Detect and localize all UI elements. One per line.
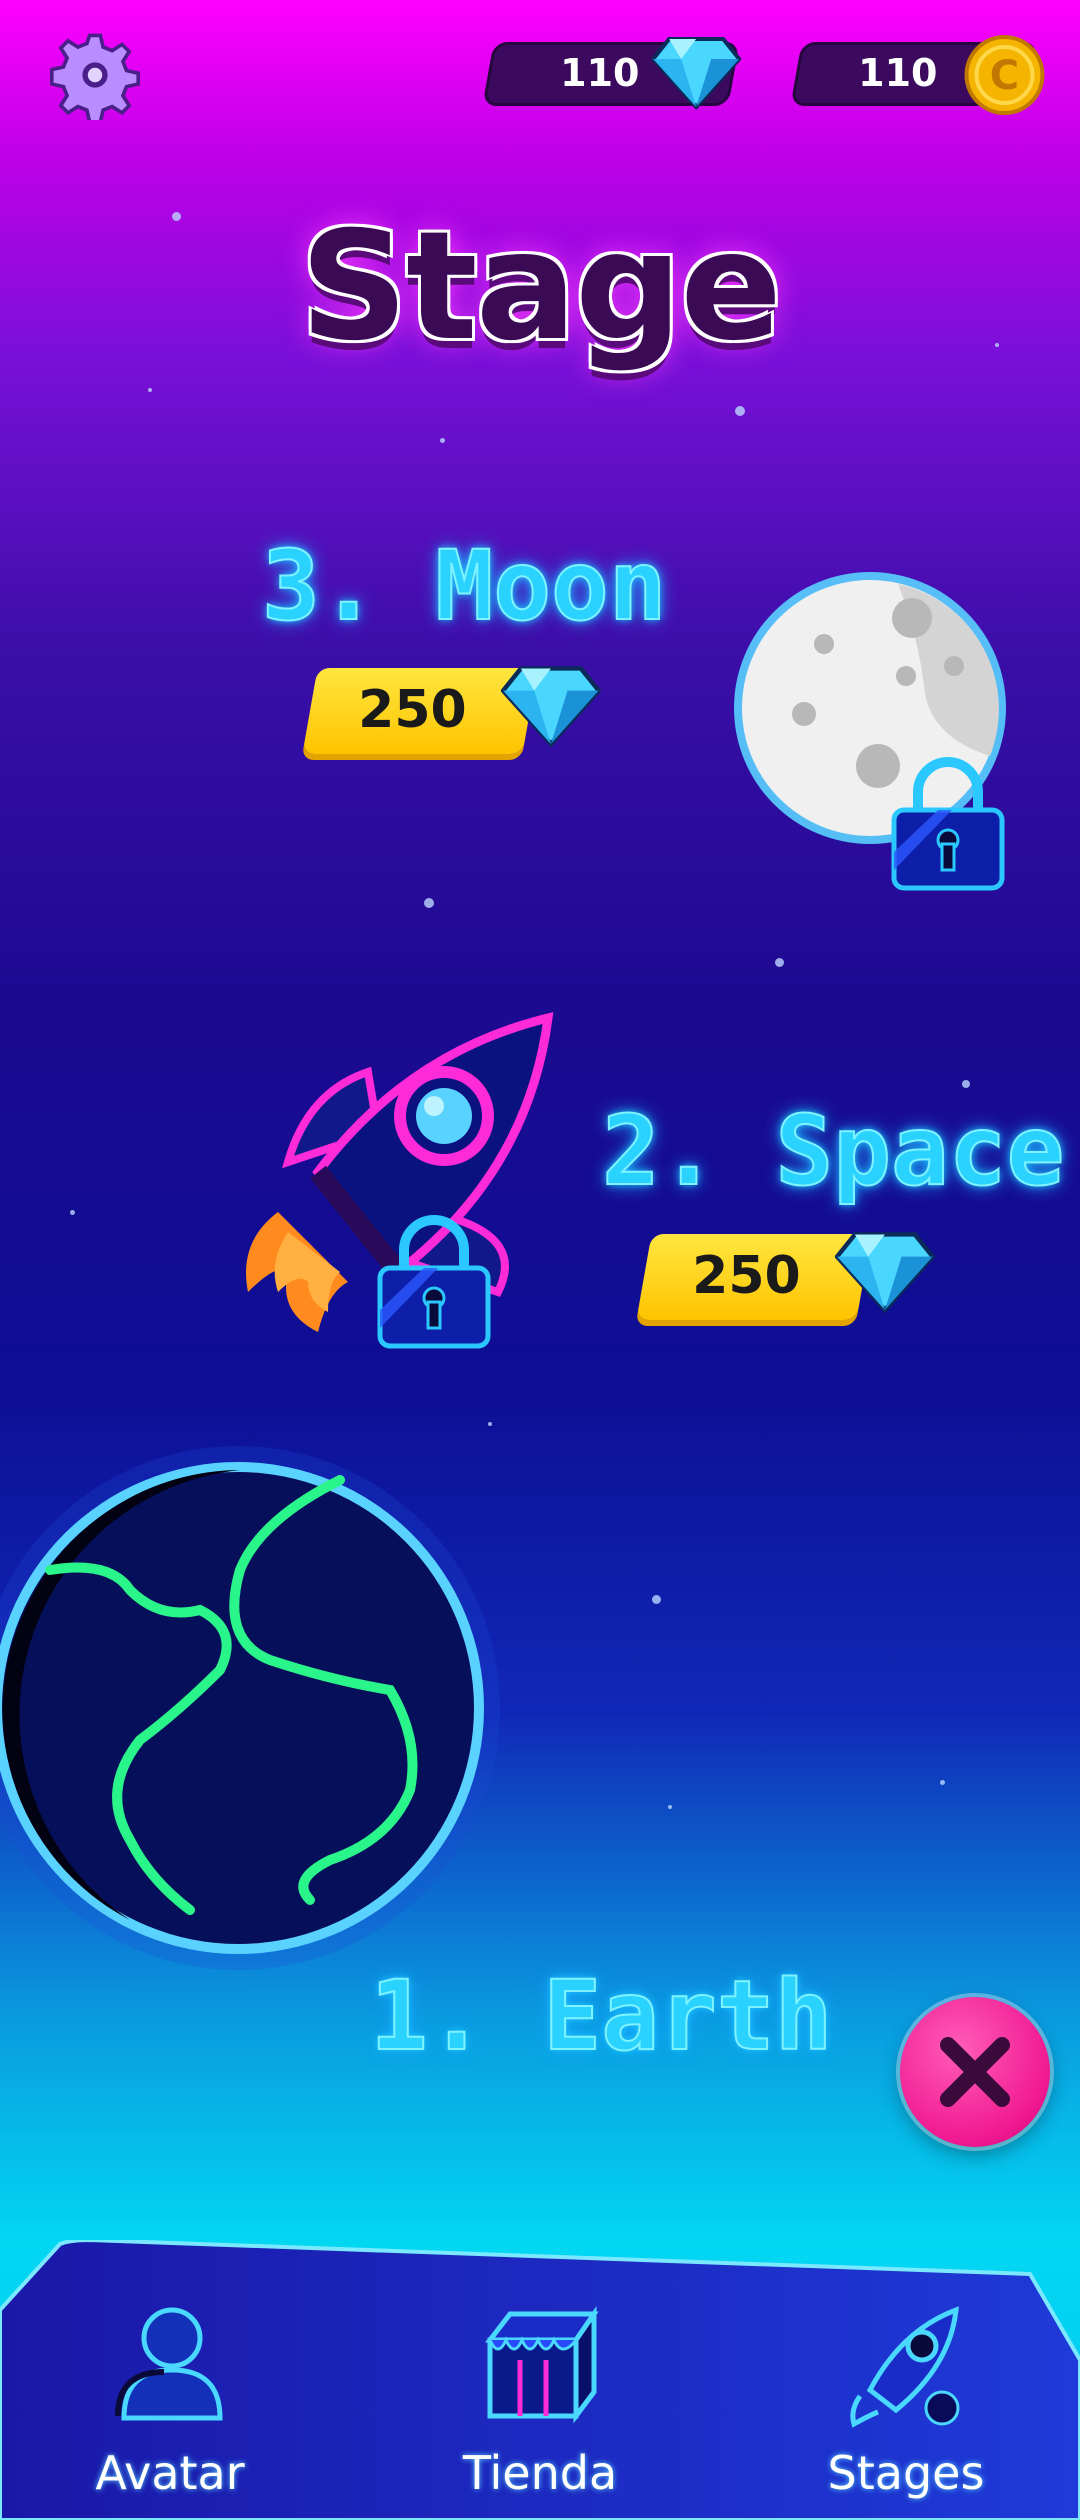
- gem-icon: [500, 656, 602, 756]
- coins-counter: 110 C: [790, 35, 1045, 115]
- stage-moon-price: 250: [358, 680, 467, 740]
- nav-label-tienda: Tienda: [462, 2446, 618, 2500]
- stage-space-title: 2. Space: [601, 1094, 1065, 1208]
- lock-icon: [888, 752, 1008, 896]
- user-icon: [115, 2307, 223, 2421]
- page-title: Stage: [299, 200, 782, 374]
- coin-letter: C: [990, 53, 1019, 99]
- bottom-nav: Avatar Tienda Stages: [0, 2240, 1080, 2520]
- nav-item-tienda[interactable]: Tienda: [410, 2300, 670, 2500]
- close-button[interactable]: [900, 1997, 1050, 2147]
- nav-item-stages[interactable]: Stages: [776, 2300, 1036, 2500]
- close-icon: [940, 2037, 1010, 2107]
- nav-label-stages: Stages: [827, 2446, 985, 2500]
- gems-counter: 110: [482, 37, 742, 110]
- gem-icon: [834, 1222, 936, 1322]
- lock-icon: [374, 1210, 494, 1354]
- stage-space-price: 250: [692, 1246, 801, 1306]
- earth-icon: [0, 1446, 500, 1970]
- nav-item-avatar[interactable]: Avatar: [40, 2300, 300, 2500]
- stage-earth-planet[interactable]: [0, 1440, 510, 1984]
- gems-count: 110: [559, 51, 640, 95]
- settings-button[interactable]: [50, 30, 140, 124]
- nav-label-avatar: Avatar: [95, 2446, 245, 2500]
- gear-icon: [50, 33, 140, 124]
- stage-space-price-button[interactable]: 250: [636, 1232, 936, 1320]
- gem-icon: [650, 31, 742, 115]
- rocket-icon: [850, 2306, 960, 2428]
- stage-earth-title: 1. Earth: [369, 1959, 833, 2073]
- stage-moon-title: 3. Moon: [261, 529, 668, 643]
- coin-icon: C: [962, 33, 1046, 121]
- shop-icon: [484, 2305, 599, 2424]
- stage-moon-price-button[interactable]: 250: [302, 666, 602, 754]
- coins-count: 110: [857, 51, 938, 95]
